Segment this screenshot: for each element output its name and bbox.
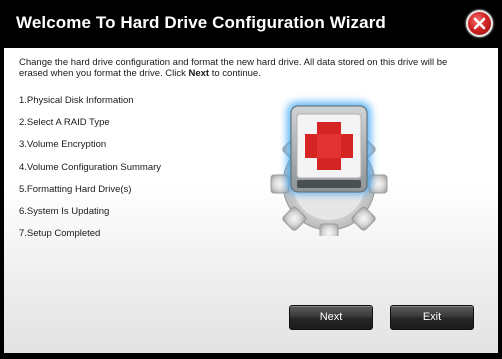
intro-emphasis: Next — [188, 68, 210, 79]
step-item: 1.Physical Disk Information — [19, 95, 134, 106]
close-icon — [473, 17, 486, 30]
wizard-steps: 1.Physical Disk Information 2.Select A R… — [19, 95, 161, 250]
step-item: 7.Setup Completed — [19, 228, 101, 240]
step-item: 2.Select A RAID Type — [19, 117, 110, 129]
intro-text-end: to continue. — [209, 68, 261, 79]
hard-drive-gear-icon — [259, 88, 399, 243]
window-title: Welcome To Hard Drive Configuration Wiza… — [16, 13, 386, 32]
step-item: 6.System Is Updating — [19, 205, 110, 217]
wizard-dialog: Welcome To Hard Drive Configuration Wiza… — [0, 0, 502, 359]
step-item: 4.Volume Configuration Summary — [19, 161, 162, 173]
step-item: 5.Formatting Hard Drive(s) — [19, 183, 132, 195]
close-button[interactable] — [466, 10, 493, 37]
next-button[interactable]: Next — [289, 305, 373, 330]
step-item: 3.Volume Encryption — [19, 139, 107, 151]
exit-button[interactable]: Exit — [390, 305, 474, 330]
intro-text: Change the hard drive configuration and … — [19, 57, 449, 79]
wizard-content: Change the hard drive configuration and … — [4, 48, 498, 353]
title-bar: Welcome To Hard Drive Configuration Wiza… — [0, 0, 502, 48]
